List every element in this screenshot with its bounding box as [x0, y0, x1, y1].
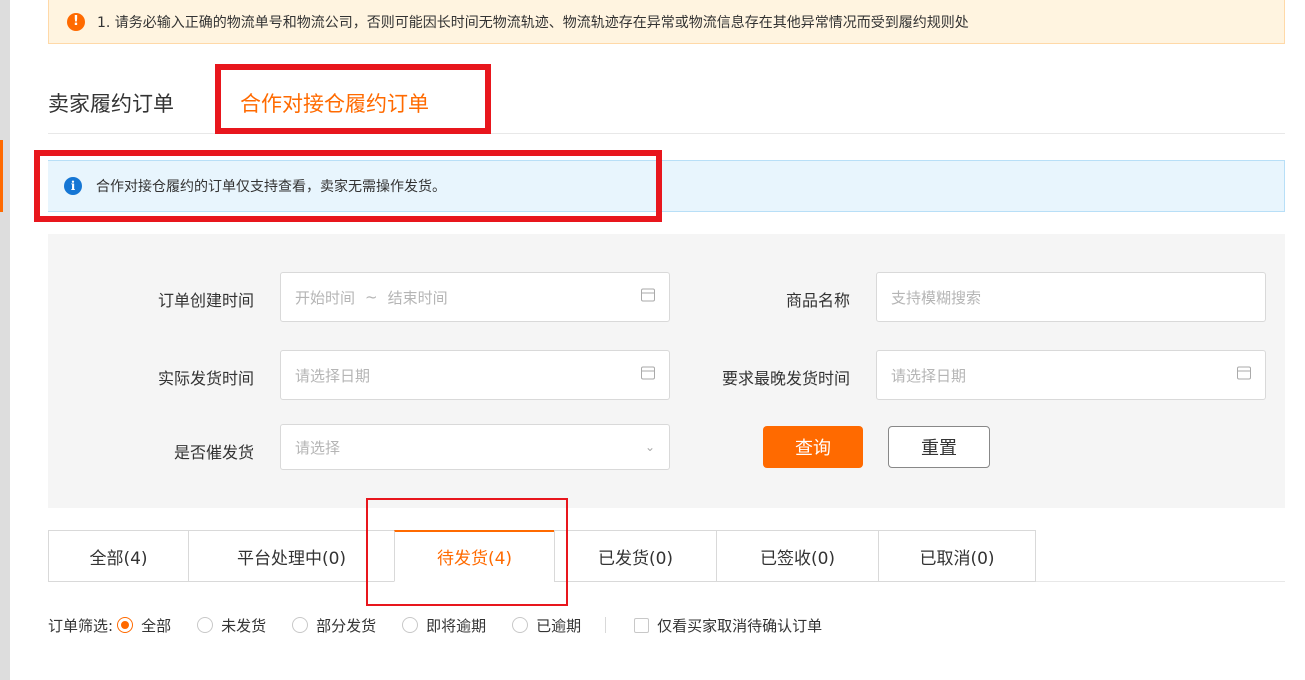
radio-button[interactable] [117, 617, 134, 633]
latest-ship-time-placeholder: 请选择日期 [891, 366, 967, 385]
reset-button[interactable]: 重置 [888, 426, 990, 468]
radio-label: 未发货 [221, 616, 267, 635]
radio-label: 已逾期 [536, 616, 582, 635]
tab-pending-shipment[interactable]: 待发货(4) [394, 530, 554, 582]
filter-panel: 订单创建时间 开始时间 ~ 结束时间 商品名称 支持模糊搜索 实际发货时间 请选… [48, 234, 1285, 508]
tab-cancelled[interactable]: 已取消(0) [878, 530, 1036, 582]
radio-button[interactable] [512, 617, 529, 633]
actual-ship-time-picker[interactable]: 请选择日期 [280, 350, 670, 400]
exclamation-icon: ! [67, 12, 85, 31]
latest-ship-time-label: 要求最晚发货时间 [721, 369, 850, 388]
radio-button[interactable] [197, 617, 214, 633]
info-banner: i 合作对接仓履约的订单仅支持查看，卖家无需操作发货。 [48, 160, 1285, 212]
status-tabs: 全部(4) 平台处理中(0) 待发货(4) 已发货(0) 已签收(0) 已取消(… [48, 530, 1285, 582]
radio-about-to-overdue[interactable]: 即将逾期 [402, 615, 486, 636]
radio-all[interactable]: 全部 [117, 615, 171, 636]
end-time-placeholder: 结束时间 [387, 288, 448, 307]
buyer-cancel-pending-checkbox[interactable]: 仅看买家取消待确认订单 [634, 615, 822, 636]
checkbox[interactable] [634, 617, 650, 633]
radio-button[interactable] [402, 617, 419, 633]
product-name-label: 商品名称 [785, 291, 850, 310]
actual-ship-time-placeholder: 请选择日期 [295, 366, 371, 385]
info-icon: i [64, 177, 82, 195]
page-tabs: 卖家履约订单 合作对接仓履约订单 [48, 80, 1285, 134]
urged-ship-label: 是否催发货 [173, 443, 254, 462]
tab-partner-warehouse-fulfillment[interactable]: 合作对接仓履约订单 [240, 88, 429, 118]
left-nav-strip [0, 0, 10, 680]
radio-partially-shipped[interactable]: 部分发货 [292, 615, 376, 636]
filter-divider [605, 617, 607, 633]
left-nav-active-indicator [0, 140, 3, 212]
range-separator: ~ [365, 288, 378, 306]
start-time-placeholder: 开始时间 [295, 288, 356, 307]
radio-label: 即将逾期 [426, 616, 487, 635]
order-filter-bar: 订单筛选: 全部 未发货 部分发货 即将逾期 已逾期 仅看买家取消待确认订单 [48, 612, 848, 638]
query-button[interactable]: 查询 [763, 426, 863, 468]
warning-text: 1. 请务必输入正确的物流单号和物流公司，否则可能因长时间无物流轨迹、物流轨迹存… [97, 14, 969, 31]
tab-all[interactable]: 全部(4) [48, 530, 188, 582]
urged-ship-select[interactable]: 请选择 ⌄ [280, 424, 670, 470]
radio-overdue[interactable]: 已逾期 [512, 615, 581, 636]
chevron-down-icon: ⌄ [644, 440, 655, 454]
order-filter-label: 订单筛选: [48, 616, 114, 635]
checkbox-label: 仅看买家取消待确认订单 [657, 616, 823, 635]
tab-platform-processing[interactable]: 平台处理中(0) [188, 530, 394, 582]
radio-not-shipped[interactable]: 未发货 [197, 615, 266, 636]
urged-ship-placeholder: 请选择 [295, 438, 341, 457]
info-text: 合作对接仓履约的订单仅支持查看，卖家无需操作发货。 [96, 179, 446, 195]
actual-ship-time-label: 实际发货时间 [157, 369, 254, 388]
radio-label: 全部 [141, 616, 172, 635]
radio-label: 部分发货 [316, 616, 377, 635]
radio-button[interactable] [292, 617, 309, 633]
tab-seller-fulfillment[interactable]: 卖家履约订单 [48, 88, 174, 118]
product-name-input[interactable]: 支持模糊搜索 [876, 272, 1266, 322]
order-create-time-label: 订单创建时间 [157, 291, 254, 310]
tab-received[interactable]: 已签收(0) [716, 530, 878, 582]
calendar-icon[interactable] [1237, 366, 1251, 384]
tab-shipped[interactable]: 已发货(0) [554, 530, 716, 582]
product-name-placeholder: 支持模糊搜索 [891, 288, 982, 307]
warning-banner: ! 1. 请务必输入正确的物流单号和物流公司，否则可能因长时间无物流轨迹、物流轨… [48, 0, 1285, 44]
order-create-time-range[interactable]: 开始时间 ~ 结束时间 [280, 272, 670, 322]
latest-ship-time-picker[interactable]: 请选择日期 [876, 350, 1266, 400]
